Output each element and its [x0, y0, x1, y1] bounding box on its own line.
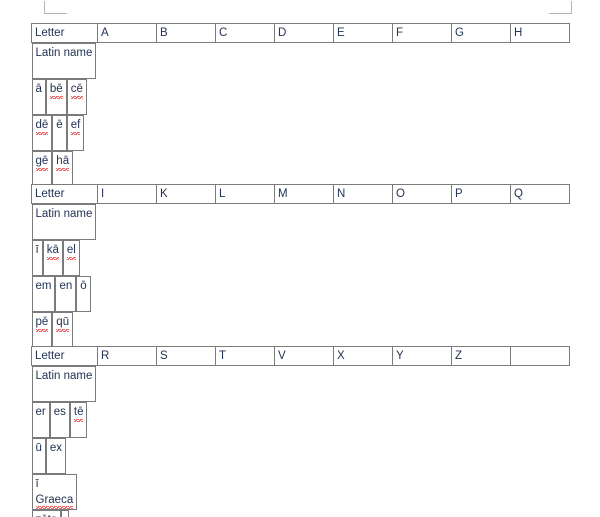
latin-name-cell-empty[interactable]: [61, 510, 70, 517]
letter-cell-I[interactable]: I: [97, 184, 157, 204]
letter-cell-O[interactable]: O: [392, 184, 452, 204]
latin-name-cell-F[interactable]: ef: [66, 115, 85, 151]
plain-text: ex: [49, 442, 63, 454]
plain-text: ā: [35, 83, 42, 95]
letter-cell-T[interactable]: T: [215, 346, 275, 366]
latin-name-cell-N[interactable]: en: [55, 276, 77, 312]
plain-text: en: [59, 280, 73, 292]
letter-cell-A[interactable]: A: [97, 23, 157, 43]
letter-cell-F[interactable]: F: [392, 23, 452, 43]
table-latin-name-row: Latin name erestē ūex ī Graeca zēta: [31, 366, 98, 517]
plain-text: ū: [35, 442, 42, 454]
table-latin-name-row: Latin name ā bē cē dē ē ef gē hā: [31, 43, 98, 187]
plain-text: ē: [56, 119, 63, 131]
latin-name-cell-A[interactable]: ā: [31, 79, 46, 115]
latin-name-cell-I[interactable]: ī: [31, 240, 43, 276]
letter-cell-V[interactable]: V: [274, 346, 334, 366]
spellcheck-underlined-text: hā: [56, 153, 69, 172]
latin-name-cell-Q[interactable]: qū: [52, 312, 74, 348]
latin-name-cell-P[interactable]: pē: [31, 312, 53, 348]
latin-name-cell-K[interactable]: kā: [42, 240, 63, 276]
letter-cell-Z[interactable]: Z: [451, 346, 511, 366]
letter-cell-Y[interactable]: Y: [392, 346, 452, 366]
latin-name-cell-G[interactable]: gē: [31, 151, 53, 187]
row-label-letter: Letter: [31, 346, 98, 366]
table-3: Letter R S T V X Y Z Latin nameer es tēū exī Graeca…: [31, 346, 570, 517]
letter-cell-B[interactable]: B: [156, 23, 216, 43]
plain-text: ō: [80, 280, 87, 292]
latin-name-cell-R[interactable]: er: [31, 402, 50, 438]
letter-cell-S[interactable]: S: [156, 346, 216, 366]
letter-cell-R[interactable]: R: [97, 346, 157, 366]
table-latin-name-row: Latin name ī kā el em en ō pē qū: [31, 204, 98, 348]
spellcheck-underlined-text: zēta: [36, 512, 58, 517]
latin-name-cell-V[interactable]: ū: [31, 438, 46, 474]
table-3-body: Letter R S T V X Y Z Latin nameer es tēū exī Graeca…: [31, 346, 570, 517]
row-label-latin-name: Latin name: [31, 43, 97, 79]
margin-corner-mark-top-right: [549, 1, 572, 14]
spellcheck-underlined-text: dē: [35, 117, 48, 136]
latin-name-cell-Z[interactable]: zēta: [31, 510, 62, 517]
latin-name-second-word: Graeca: [35, 492, 73, 509]
plain-text: ī: [35, 244, 39, 256]
letter-cell-G[interactable]: G: [451, 23, 511, 43]
latin-name-cell-H[interactable]: hā: [52, 151, 74, 187]
letter-cell-H[interactable]: H: [510, 23, 570, 43]
plain-text: er: [35, 406, 46, 418]
spellcheck-underlined-text: kā: [46, 242, 60, 261]
spellcheck-underlined-text: bē: [49, 81, 63, 100]
spellcheck-underlined-text: tē: [73, 404, 83, 423]
table-header-row: Letter R S T V X Y Z: [31, 346, 570, 366]
row-label-latin-name: Latin name: [31, 204, 97, 240]
spellcheck-underlined-text: cē: [70, 81, 84, 100]
latin-name-cell-S[interactable]: es: [49, 402, 70, 438]
letter-cell-X[interactable]: X: [333, 346, 393, 366]
letter-cell-N[interactable]: N: [333, 184, 393, 204]
latin-name-cell-X[interactable]: ex: [45, 438, 67, 474]
letter-cell-P[interactable]: P: [451, 184, 511, 204]
row-label-letter: Letter: [31, 184, 98, 204]
plain-text: em: [35, 280, 52, 292]
letter-cell-D[interactable]: D: [274, 23, 334, 43]
latin-name-cell-C[interactable]: cē: [66, 79, 87, 115]
table-header-row: Letter I K L M N O P Q: [31, 184, 570, 204]
spellcheck-underlined-text: qū: [56, 314, 69, 333]
row-label-letter: Letter: [31, 23, 98, 43]
letter-cell-empty[interactable]: [510, 346, 570, 366]
latin-name-cell-Y[interactable]: ī Graeca: [31, 474, 78, 510]
letter-cell-L[interactable]: L: [215, 184, 275, 204]
latin-name-cell-E[interactable]: ē: [52, 115, 67, 151]
latin-name-cell-D[interactable]: dē: [31, 115, 53, 151]
letter-cell-K[interactable]: K: [156, 184, 216, 204]
latin-name-cell-B[interactable]: bē: [45, 79, 67, 115]
latin-name-cell-L[interactable]: el: [62, 240, 80, 276]
latin-table-3: Letter R S T V X Y Z Latin nameer es tēū exī Graeca…: [31, 346, 570, 517]
spellcheck-underlined-text: Graeca: [35, 492, 73, 509]
spellcheck-underlined-text: el: [66, 242, 76, 261]
letter-cell-C[interactable]: C: [215, 23, 275, 43]
letter-cell-E[interactable]: E: [333, 23, 393, 43]
row-label-latin-name: Latin name: [31, 366, 97, 402]
document-page: LetterABCDEFGHLatin nameābēcēdēēefgēhāLa…: [0, 0, 600, 517]
letter-cell-M[interactable]: M: [274, 184, 334, 204]
latin-name-cell-O[interactable]: ō: [76, 276, 91, 312]
latin-name-cell-T[interactable]: tē: [69, 402, 88, 438]
spellcheck-underlined-text: ef: [70, 117, 80, 136]
margin-corner-mark-top-left: [44, 1, 67, 14]
table-header-row: Letter A B C D E F G H: [31, 23, 570, 43]
latin-name-cell-M[interactable]: em: [31, 276, 56, 312]
plain-text: es: [53, 406, 66, 418]
spellcheck-underlined-text: gē: [35, 153, 48, 172]
letter-cell-Q[interactable]: Q: [510, 184, 570, 204]
spellcheck-underlined-text: pē: [35, 314, 48, 333]
plain-text: ī: [35, 478, 39, 490]
